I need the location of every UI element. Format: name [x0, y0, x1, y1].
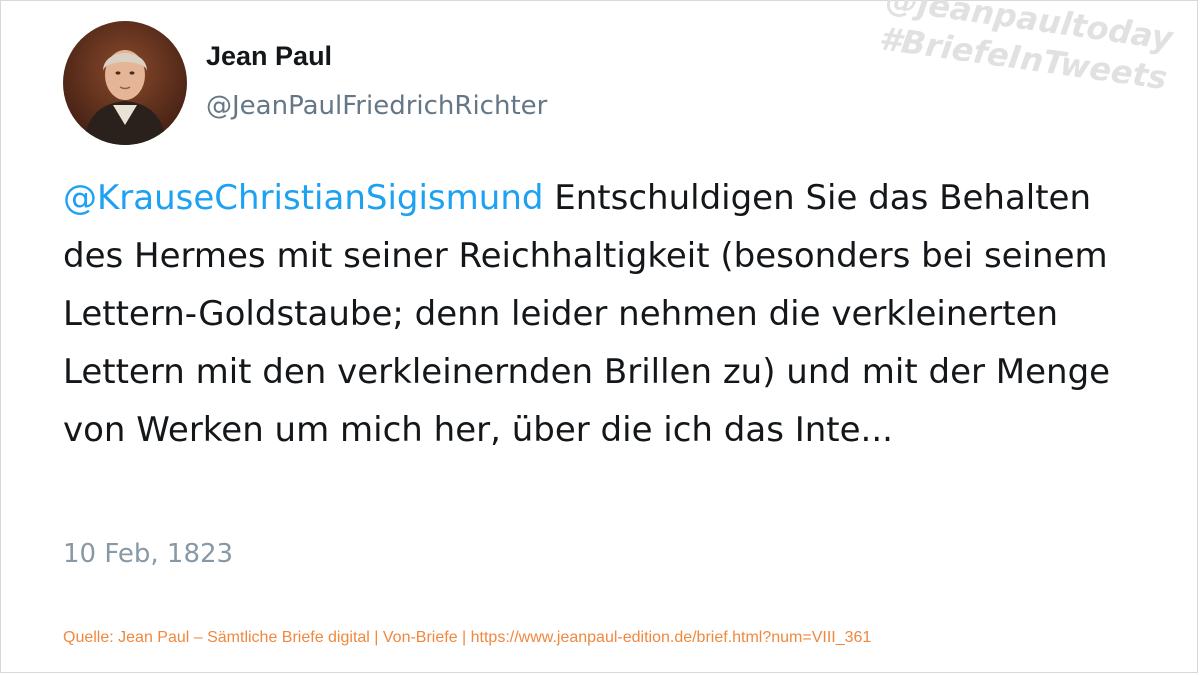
avatar[interactable]: [63, 21, 187, 145]
tweet-card: Jean Paul @JeanPaulFriedrichRichter @jea…: [0, 0, 1198, 673]
tweet-date: 10 Feb, 1823: [63, 539, 234, 569]
portrait-image: [63, 21, 187, 145]
mention-link[interactable]: @KrauseChristianSigismund: [63, 178, 543, 218]
tweet-body: Entschuldigen Sie das Behalten des Herme…: [63, 178, 1111, 450]
author-handle[interactable]: @JeanPaulFriedrichRichter: [206, 91, 547, 121]
author-name[interactable]: Jean Paul: [206, 41, 332, 72]
watermark: @jeanpaultoday #BriefeInTweets: [877, 0, 1175, 98]
tweet-text: @KrauseChristianSigismund Entschuldigen …: [63, 169, 1153, 459]
source-citation: Quelle: Jean Paul – Sämtliche Briefe dig…: [63, 629, 872, 646]
